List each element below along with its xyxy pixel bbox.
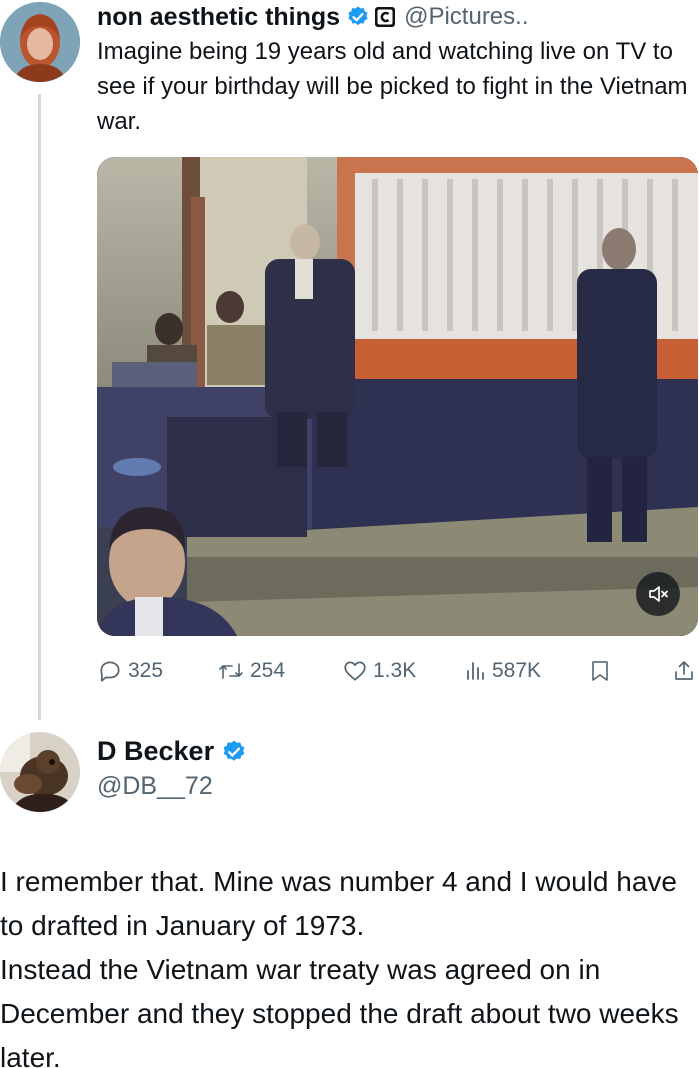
author-name[interactable]: non aesthetic things [97, 3, 340, 32]
video-frame [97, 157, 698, 636]
share-icon [675, 661, 693, 680]
retweet-icon [219, 663, 243, 679]
reply-count: 325 [128, 659, 164, 682]
avatar[interactable] [0, 732, 80, 812]
tweet-actions-bar: 325 254 1.3K 587K [97, 653, 699, 689]
tweet-video[interactable] [97, 157, 698, 636]
view-count: 587K [492, 659, 542, 682]
tweet-text: Imagine being 19 years old and watching … [97, 38, 688, 135]
volume-muted-icon [649, 586, 668, 602]
avatar-image [0, 732, 80, 812]
verified-badge-icon [223, 740, 245, 761]
author-handle[interactable]: @DB__72 [97, 772, 213, 801]
tweet-header: non aesthetic things @Pictures.. [97, 0, 529, 34]
reply-icon [100, 661, 120, 682]
like-count: 1.3K [373, 659, 417, 682]
reply-text: I remember that. Mine was number 4 and I… [0, 860, 699, 1068]
heart-icon [344, 661, 366, 681]
bookmark-button[interactable] [589, 653, 611, 689]
reply-button[interactable]: 325 [97, 653, 163, 689]
like-button[interactable]: 1.3K [342, 653, 416, 689]
affiliate-badge-icon [375, 7, 396, 27]
reply-paragraph: Instead the Vietnam war treaty was agree… [0, 954, 679, 1068]
bookmark-icon [592, 661, 608, 681]
avatar-image [0, 2, 80, 82]
reply-header: D Becker [97, 736, 247, 767]
views-chart-icon [467, 662, 484, 680]
views-button[interactable]: 587K [465, 653, 541, 689]
verified-badge-icon [348, 6, 368, 26]
retweet-count: 254 [250, 659, 286, 682]
author-name[interactable]: D Becker [97, 736, 214, 767]
author-handle[interactable]: @Pictures.. [404, 3, 528, 31]
reply-paragraph: I remember that. Mine was number 4 and I… [0, 866, 678, 941]
retweet-button[interactable]: 254 [217, 653, 285, 689]
avatar[interactable] [0, 2, 80, 82]
thread-connector-line [38, 94, 41, 720]
mute-toggle-button[interactable] [636, 572, 680, 616]
share-button[interactable] [672, 653, 696, 689]
